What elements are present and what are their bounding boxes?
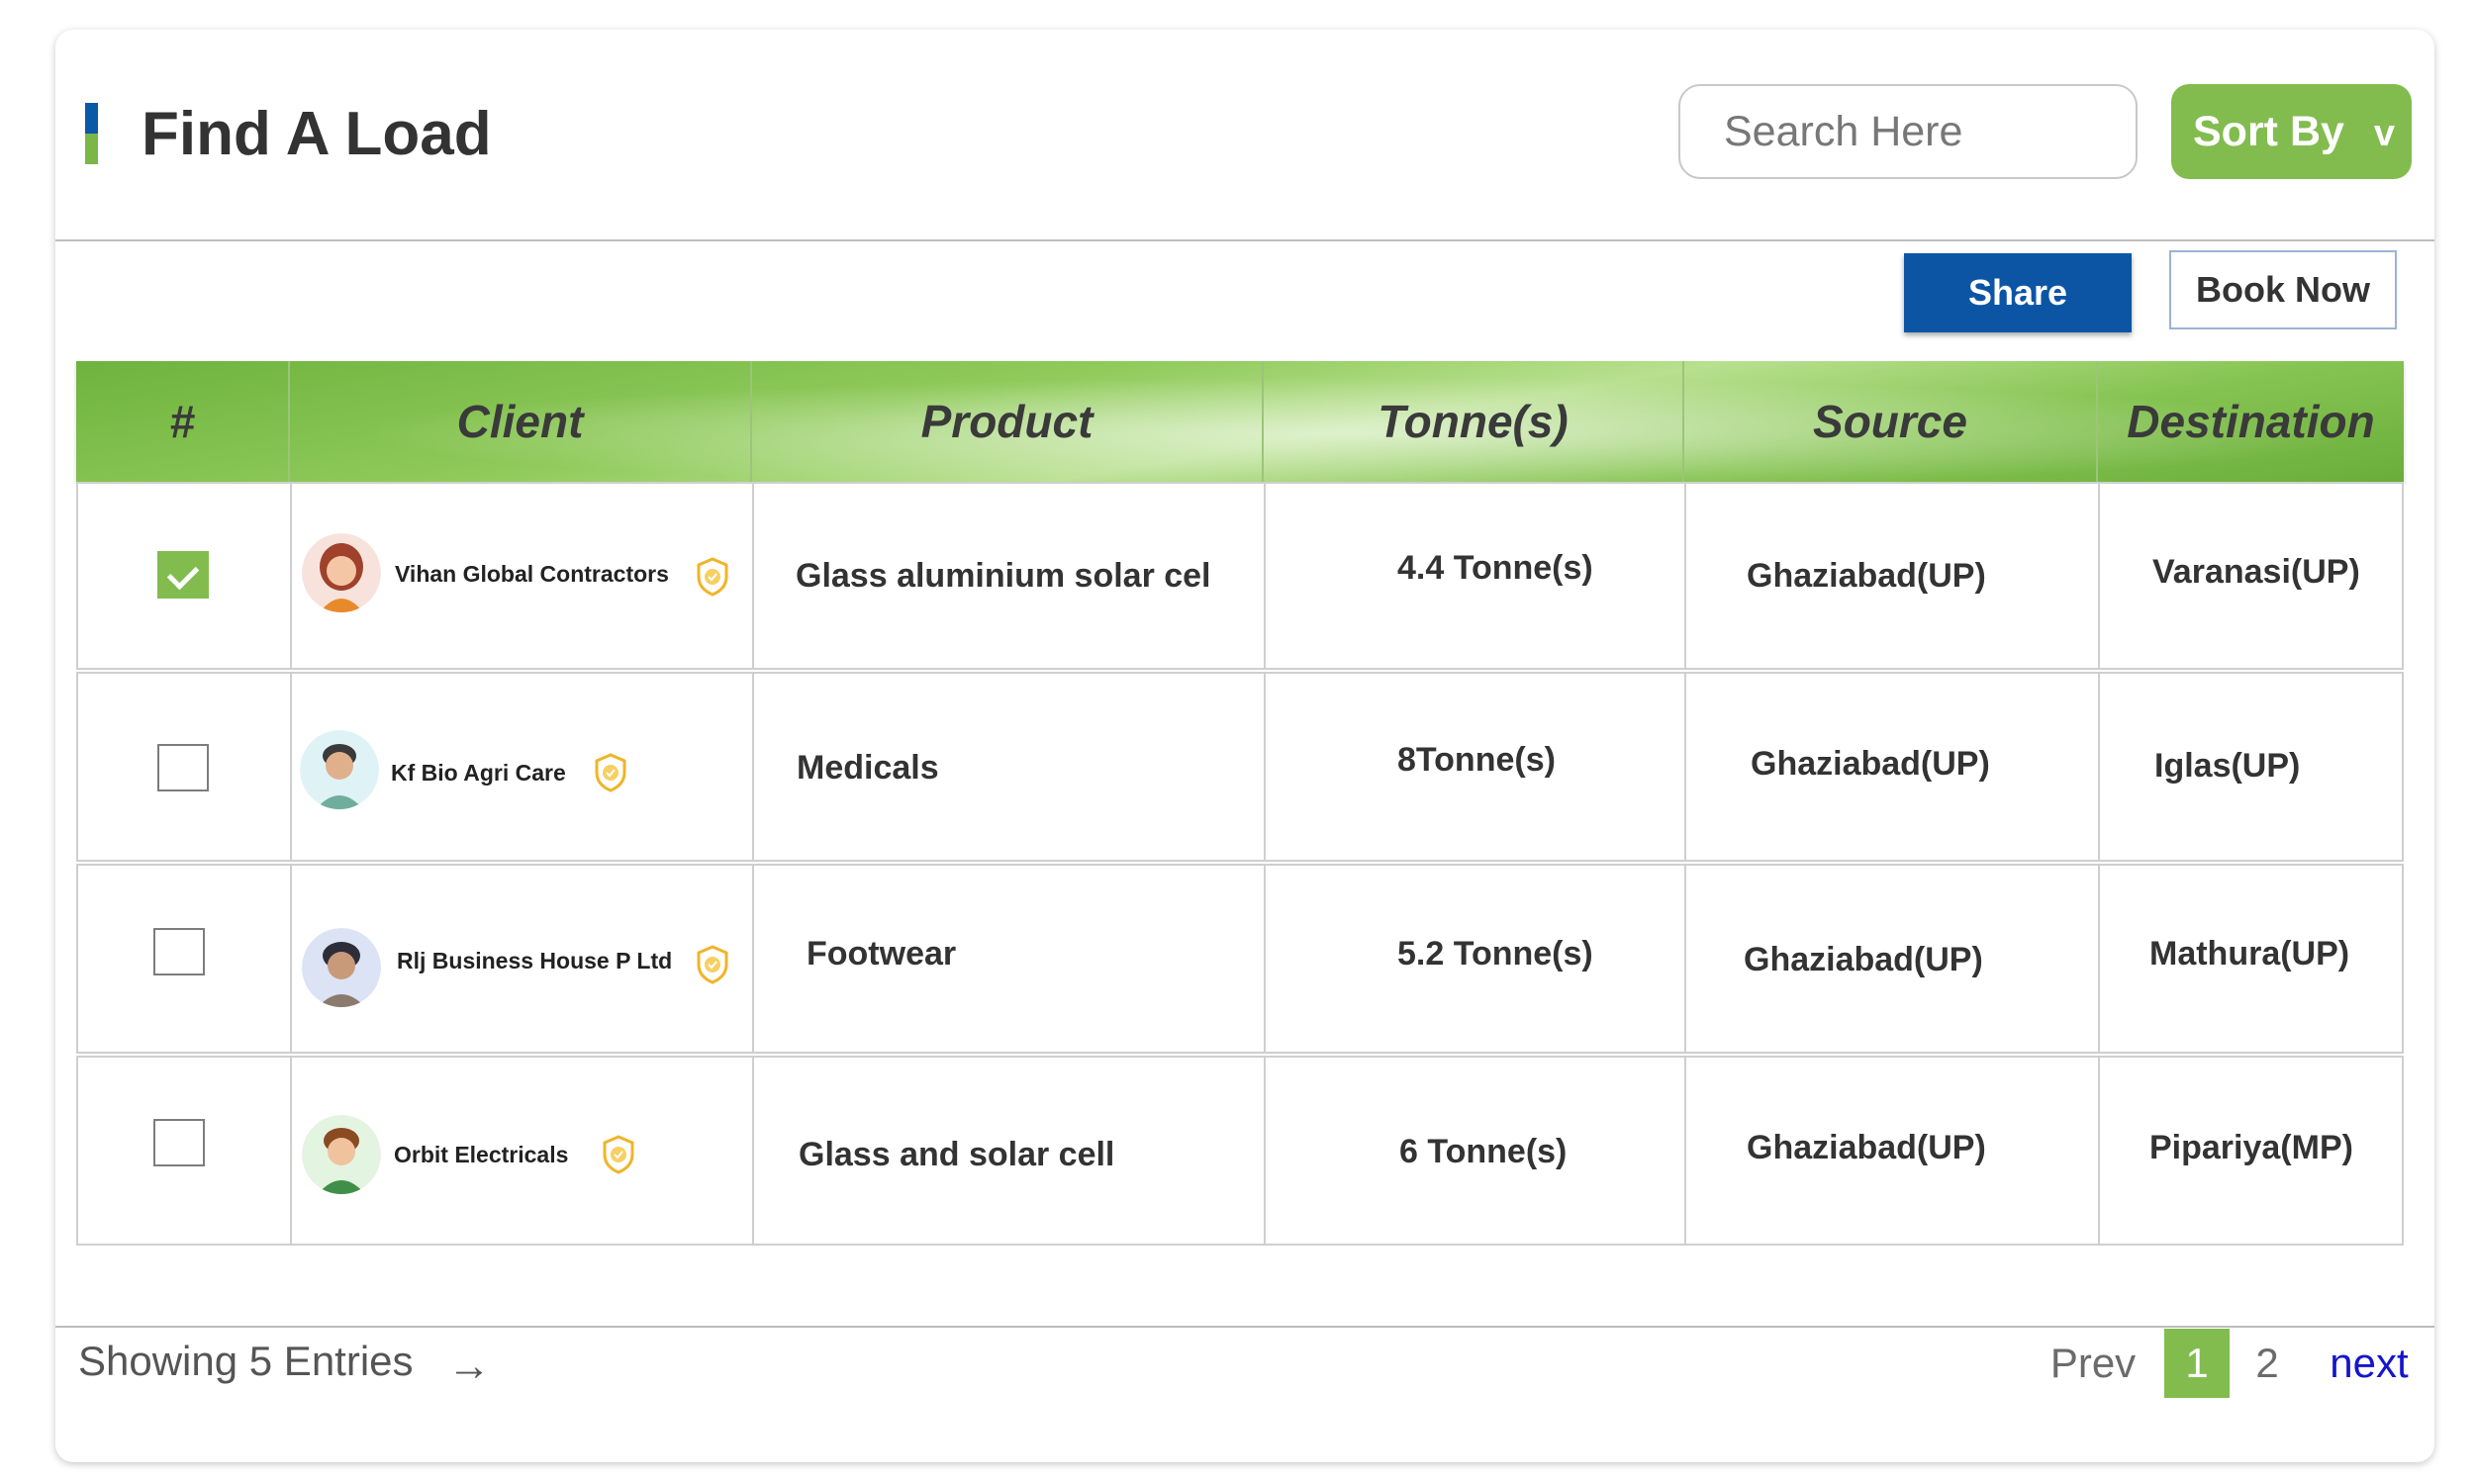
client-name: Orbit Electricals [394,1142,569,1167]
pagination-next[interactable]: next [2320,1329,2419,1398]
client-avatar [302,1115,381,1194]
row-checkbox[interactable] [153,1119,205,1166]
destination-value: Pipariya(MP) [2149,1129,2353,1166]
page-title: Find A Load [142,100,492,168]
destination-value: Mathura(UP) [2149,935,2350,973]
source-value: Ghaziabad(UP) [1747,1129,1986,1166]
verified-shield-icon [603,1135,634,1174]
row-checkbox[interactable] [157,744,209,791]
pagination-page-2[interactable]: 2 [2244,1329,2290,1398]
product-value: Medicals [797,749,939,787]
tonnes-value: 4.4 Tonne(s) [1397,549,1593,587]
column-header-source: Source [1684,361,2098,482]
tonnes-value: 5.2 Tonne(s) [1397,935,1593,973]
search-input[interactable] [1678,84,2138,179]
share-button[interactable]: Share [1904,253,2132,332]
verified-shield-icon [697,557,728,597]
table-row: Vihan Global Contractors Glass aluminium… [76,482,2404,670]
chevron-down-icon: v [2373,112,2396,154]
verified-shield-icon [697,945,728,984]
column-header-tonnes: Tonne(s) [1264,361,1684,482]
source-value: Ghaziabad(UP) [1744,941,1983,978]
title-marker-icon [85,103,98,164]
column-header-destination: Destination [2127,396,2375,447]
verified-shield-icon [595,753,626,792]
pagination-page-1[interactable]: 1 [2164,1329,2230,1398]
product-value: Glass and solar cell [799,1136,1115,1173]
client-name: Vihan Global Contractors [395,561,669,587]
client-avatar [302,928,381,1007]
source-value: Ghaziabad(UP) [1747,557,1986,595]
arrow-right-icon[interactable]: → [447,1342,491,1391]
column-header-product: Product [752,361,1264,482]
product-value: Footwear [807,935,957,973]
tonnes-value: 6 Tonne(s) [1399,1133,1568,1170]
entries-count: Showing 5 Entries [78,1338,414,1384]
tonnes-value: 8Tonne(s) [1397,741,1556,779]
footer-divider [55,1326,2434,1328]
source-value: Ghaziabad(UP) [1751,745,1990,783]
client-avatar [302,533,381,612]
row-checkbox[interactable] [157,551,209,599]
client-name: Rlj Business House P Ltd [397,948,673,974]
client-name: Kf Bio Agri Care [391,760,566,786]
pagination-prev[interactable]: Prev [2039,1329,2147,1398]
table-row: Rlj Business House P Ltd Footwear 5.2 To… [76,864,2404,1054]
header-divider [55,239,2434,241]
table-header: # Client Product Tonne(s) Source Destina… [76,361,2404,482]
destination-value: Varanasi(UP) [2152,553,2360,591]
product-value: Glass aluminium solar cel [796,557,1211,595]
sort-by-button[interactable]: Sort By v [2171,84,2412,179]
row-checkbox[interactable] [153,928,205,975]
client-avatar [300,730,379,809]
table-row: Orbit Electricals Glass and solar cell 6… [76,1056,2404,1246]
sort-by-label: Sort By [2193,107,2344,155]
book-now-button[interactable]: Book Now [2169,250,2397,329]
table-row: Kf Bio Agri Care Medicals 8Tonne(s) Ghaz… [76,672,2404,862]
column-header-client: Client [290,361,752,482]
destination-value: Iglas(UP) [2154,747,2301,785]
column-header-index: # [76,361,290,482]
